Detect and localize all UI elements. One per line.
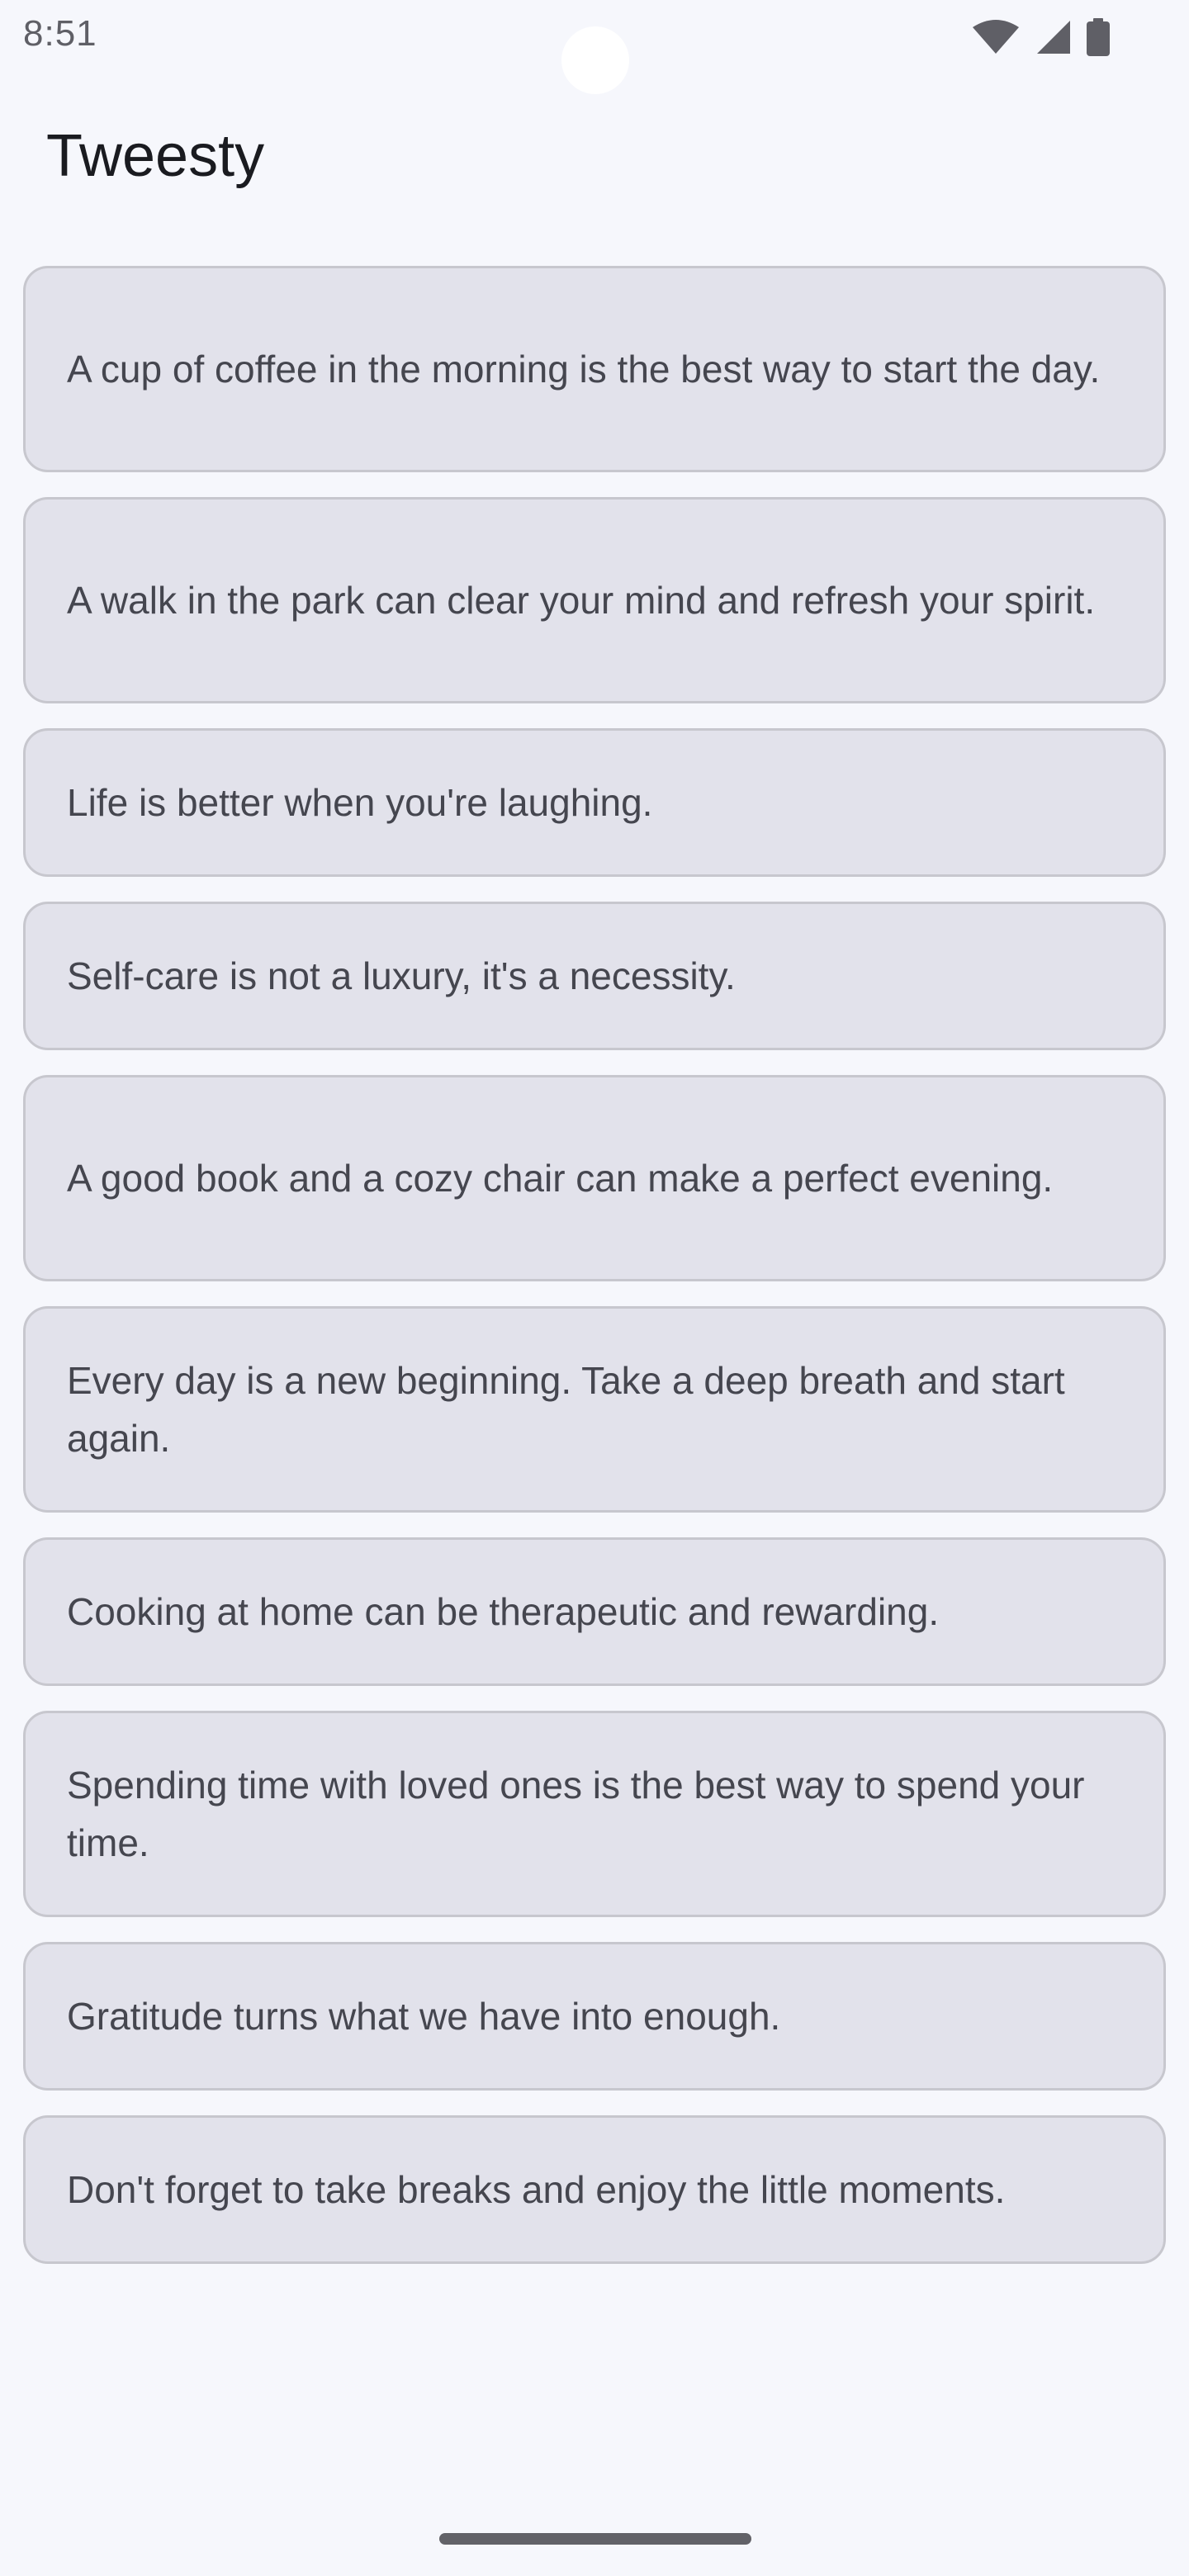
tweet-card[interactable]: A good book and a cozy chair can make a … [23, 1075, 1166, 1281]
tweet-card[interactable]: A walk in the park can clear your mind a… [23, 497, 1166, 703]
status-bar: 8:51 [0, 0, 1189, 94]
tweet-card[interactable]: Gratitude turns what we have into enough… [23, 1942, 1166, 2091]
status-icons [971, 18, 1110, 56]
tweet-text: Cooking at home can be therapeutic and r… [67, 1590, 940, 1633]
tweet-text: Every day is a new beginning. Take a dee… [67, 1359, 1065, 1460]
tweet-card[interactable]: Every day is a new beginning. Take a dee… [23, 1306, 1166, 1513]
status-time: 8:51 [23, 13, 97, 54]
tweet-text: A walk in the park can clear your mind a… [67, 579, 1096, 622]
tweet-list[interactable]: A cup of coffee in the morning is the be… [23, 266, 1166, 2264]
cellular-signal-icon [1035, 19, 1072, 55]
tweet-text: A cup of coffee in the morning is the be… [67, 348, 1101, 391]
tweet-text: Spending time with loved ones is the bes… [67, 1764, 1085, 1864]
tweet-card[interactable]: Cooking at home can be therapeutic and r… [23, 1537, 1166, 1686]
tweet-text: Gratitude turns what we have into enough… [67, 1995, 781, 2038]
wifi-icon [971, 19, 1021, 55]
tweet-text: Life is better when you're laughing. [67, 781, 653, 824]
tweet-card[interactable]: Self-care is not a luxury, it's a necess… [23, 902, 1166, 1050]
home-indicator[interactable] [439, 2533, 751, 2545]
camera-cutout [561, 26, 629, 94]
tweet-card[interactable]: A cup of coffee in the morning is the be… [23, 266, 1166, 472]
tweet-card[interactable]: Don't forget to take breaks and enjoy th… [23, 2115, 1166, 2264]
tweet-card[interactable]: Spending time with loved ones is the bes… [23, 1711, 1166, 1917]
tweet-card[interactable]: Life is better when you're laughing. [23, 728, 1166, 877]
battery-icon [1087, 18, 1110, 56]
tweet-text: A good book and a cozy chair can make a … [67, 1157, 1054, 1200]
tweet-text: Don't forget to take breaks and enjoy th… [67, 2168, 1006, 2211]
app-title: Tweesty [46, 123, 265, 189]
tweet-text: Self-care is not a luxury, it's a necess… [67, 954, 736, 997]
